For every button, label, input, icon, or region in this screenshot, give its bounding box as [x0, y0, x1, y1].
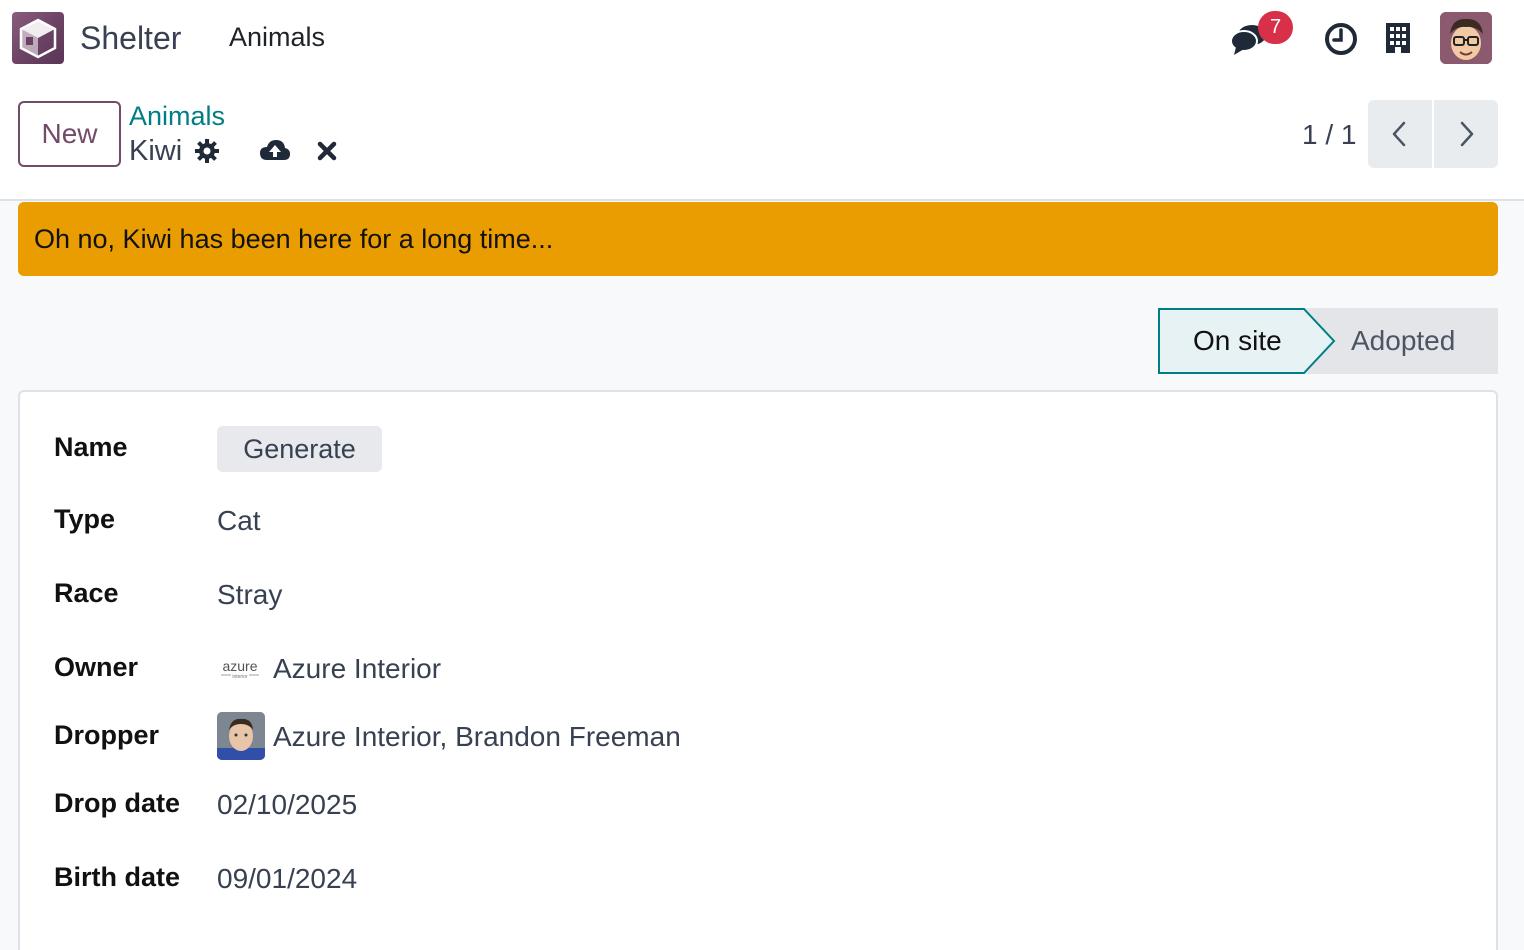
control-panel: New Animals Kiwi 1 / 1 — [0, 77, 1524, 201]
dropper-label: Dropper — [54, 720, 160, 750]
pager-next-button[interactable] — [1434, 100, 1498, 168]
chevron-left-icon — [1392, 121, 1406, 147]
user-avatar[interactable] — [1440, 12, 1492, 64]
azure-logo-text: azure — [222, 658, 257, 674]
generate-button[interactable]: Generate — [217, 426, 382, 472]
record-name: Kiwi — [129, 135, 183, 167]
chevron-right-icon — [1460, 121, 1474, 147]
menu-item-animals[interactable]: Animals — [229, 22, 325, 53]
app-logo-icon[interactable] — [12, 12, 64, 64]
breadcrumb-animals[interactable]: Animals — [129, 101, 225, 132]
gear-icon[interactable] — [194, 138, 220, 169]
owner-label: Owner — [54, 652, 139, 682]
stage-on-site-label[interactable]: On site — [1193, 325, 1282, 357]
azure-interior-logo: azure interior — [217, 656, 263, 684]
drop-date-label: Drop date — [54, 788, 181, 818]
birth-date-value[interactable]: 09/01/2024 — [217, 863, 357, 895]
owner-value[interactable]: Azure Interior — [273, 653, 441, 685]
long-stay-alert: Oh no, Kiwi has been here for a long tim… — [18, 202, 1498, 276]
birth-date-label: Birth date — [54, 862, 181, 892]
pager-previous-button[interactable] — [1368, 100, 1432, 168]
statusbar: On site Adopted — [1158, 308, 1498, 374]
type-value[interactable]: Cat — [217, 505, 261, 537]
form-sheet: Name Generate Type Cat Race Stray Owner … — [18, 390, 1498, 950]
azure-logo-subtext: interior — [232, 674, 248, 680]
close-icon[interactable] — [317, 141, 337, 166]
cloud-upload-icon[interactable] — [259, 138, 291, 167]
building-icon[interactable] — [1384, 21, 1412, 60]
messages-badge: 7 — [1258, 11, 1293, 44]
race-label: Race — [54, 578, 119, 608]
app-name: Shelter — [80, 20, 182, 56]
top-navbar: Shelter Animals 7 — [0, 0, 1524, 77]
race-value[interactable]: Stray — [217, 579, 282, 611]
clock-icon[interactable] — [1323, 21, 1359, 62]
type-label: Type — [54, 504, 116, 534]
pager-value[interactable]: 1 / 1 — [1302, 119, 1356, 151]
name-label: Name — [54, 432, 128, 462]
drop-date-value[interactable]: 02/10/2025 — [217, 789, 357, 821]
stage-adopted-label[interactable]: Adopted — [1351, 325, 1455, 357]
dropper-value[interactable]: Azure Interior, Brandon Freeman — [273, 721, 681, 753]
new-button[interactable]: New — [18, 101, 121, 167]
dropper-avatar — [217, 712, 265, 760]
